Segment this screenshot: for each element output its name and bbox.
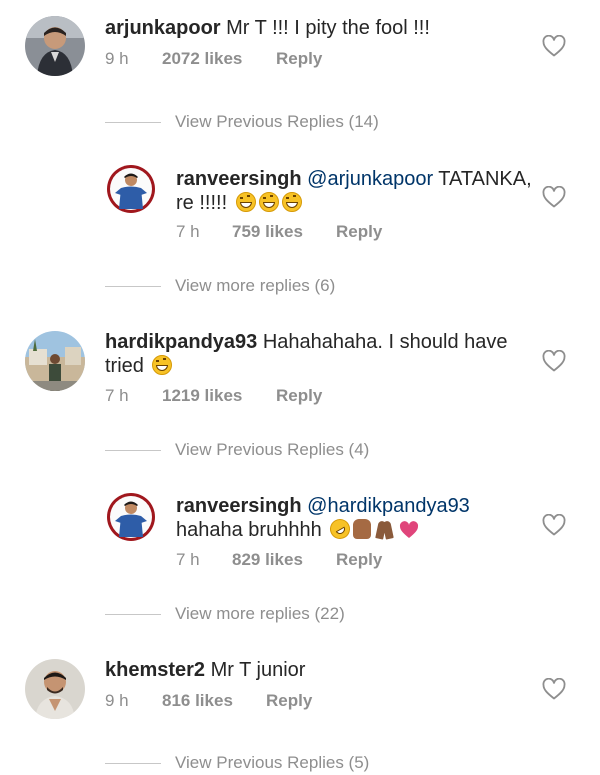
heart-outline-icon[interactable]	[542, 186, 566, 208]
view-more-replies[interactable]: View more replies (6)	[105, 274, 505, 298]
likes-count[interactable]: 829 likes	[232, 550, 303, 570]
avatar[interactable]	[25, 16, 85, 76]
timestamp: 7 h	[105, 386, 129, 405]
comment-text: hardikpandya93 Hahahahaha. I should have	[105, 331, 508, 353]
reply-button[interactable]: Reply	[266, 691, 312, 711]
heart-outline-icon[interactable]	[542, 35, 566, 57]
likes-count[interactable]: 2072 likes	[162, 49, 242, 69]
timestamp: 9 h	[105, 691, 129, 710]
timestamp: 7 h	[176, 550, 200, 569]
view-more-replies[interactable]: View more replies (22)	[105, 602, 505, 626]
username[interactable]: ranveersingh	[176, 168, 302, 190]
username[interactable]: ranveersingh	[176, 495, 302, 517]
comment-meta: 7 h 829 likes Reply	[176, 550, 476, 570]
comment-meta: 7 h 1219 likes Reply	[105, 386, 405, 406]
view-replies-label[interactable]: View more replies (6)	[175, 274, 335, 298]
mention-link[interactable]: @arjunkapoor	[307, 168, 433, 190]
heart-outline-icon[interactable]	[542, 678, 566, 700]
comment-text: khemster2 Mr T junior	[105, 659, 306, 681]
grinning-squinting-face-icon	[258, 192, 279, 212]
heart-outline-icon[interactable]	[542, 514, 566, 536]
rolling-on-floor-laughing-icon	[326, 515, 354, 543]
avatar[interactable]	[107, 493, 155, 541]
username[interactable]: khemster2	[105, 659, 205, 681]
raised-fist-icon	[353, 519, 372, 539]
view-previous-replies[interactable]: View Previous Replies (5)	[105, 751, 505, 775]
heart-outline-icon[interactable]	[542, 350, 566, 372]
divider-line	[105, 450, 161, 451]
grinning-squinting-face-icon	[235, 192, 256, 212]
timestamp: 9 h	[105, 49, 129, 68]
avatar[interactable]	[25, 331, 85, 391]
likes-count[interactable]: 816 likes	[162, 691, 233, 711]
folded-hands-icon	[374, 519, 396, 539]
reply-button[interactable]: Reply	[336, 550, 382, 570]
avatar[interactable]	[25, 659, 85, 719]
view-previous-replies[interactable]: View Previous Replies (14)	[105, 110, 505, 134]
comment-text-line2: re !!!!!	[176, 191, 302, 215]
comment-text: ranveersingh @arjunkapoor TATANKA,	[176, 168, 532, 190]
username[interactable]: hardikpandya93	[105, 331, 257, 353]
comment-meta: 9 h 2072 likes Reply	[105, 49, 405, 69]
grinning-squinting-face-icon	[152, 355, 173, 375]
comment-text-line2: hahaha bruhhhh	[176, 515, 419, 543]
view-replies-label[interactable]: View more replies (22)	[175, 602, 345, 626]
timestamp: 7 h	[176, 222, 200, 241]
comment-text-line2: tried	[105, 354, 173, 378]
view-previous-replies[interactable]: View Previous Replies (4)	[105, 438, 505, 462]
grinning-squinting-face-icon	[281, 192, 302, 212]
divider-line	[105, 286, 161, 287]
view-replies-label[interactable]: View Previous Replies (14)	[175, 110, 379, 134]
divider-line	[105, 614, 161, 615]
comment-text: ranveersingh @hardikpandya93	[176, 494, 470, 518]
likes-count[interactable]: 1219 likes	[162, 386, 242, 406]
divider-line	[105, 763, 161, 764]
reply-button[interactable]: Reply	[276, 386, 322, 406]
divider-line	[105, 122, 161, 123]
pink-heart-icon	[400, 521, 419, 538]
comment-text: arjunkapoor Mr T !!! I pity the fool !!!	[105, 17, 430, 39]
comment-meta: 9 h 816 likes Reply	[105, 691, 405, 711]
comment-meta: 7 h 759 likes Reply	[176, 222, 476, 242]
mention-link[interactable]: @hardikpandya93	[307, 495, 470, 517]
reply-button[interactable]: Reply	[276, 49, 322, 69]
view-replies-label[interactable]: View Previous Replies (4)	[175, 438, 369, 462]
username[interactable]: arjunkapoor	[105, 17, 221, 39]
avatar[interactable]	[107, 165, 155, 213]
likes-count[interactable]: 759 likes	[232, 222, 303, 242]
view-replies-label[interactable]: View Previous Replies (5)	[175, 751, 369, 775]
reply-button[interactable]: Reply	[336, 222, 382, 242]
